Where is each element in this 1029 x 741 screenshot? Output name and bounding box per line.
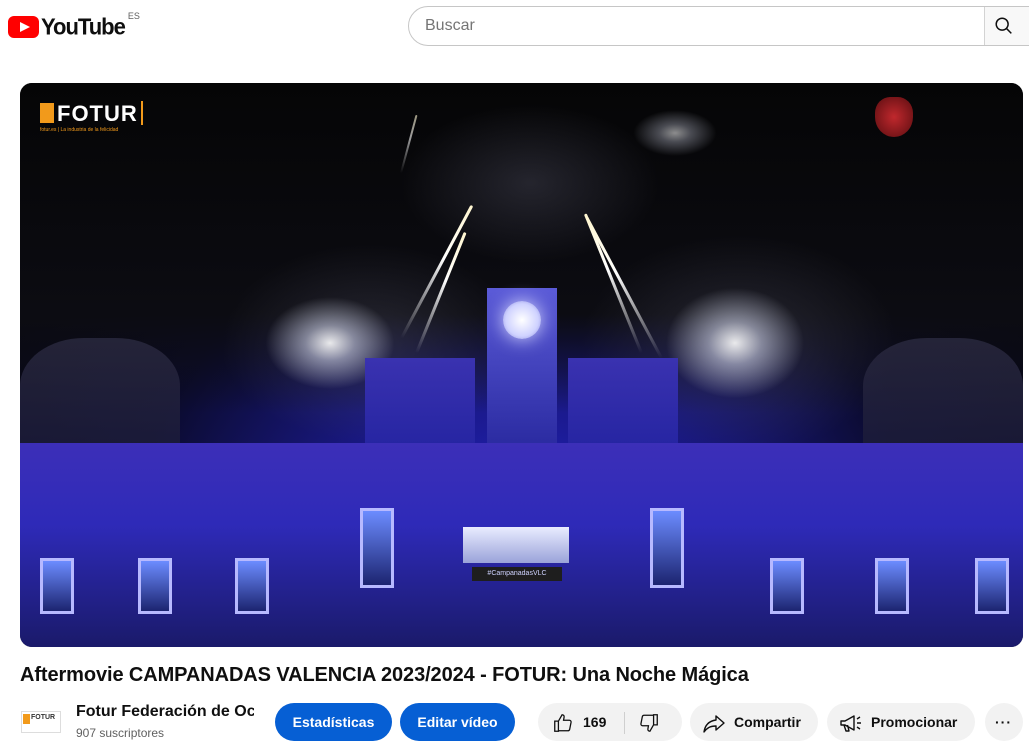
video-title: Aftermovie CAMPANADAS VALENCIA 2023/2024…: [20, 664, 749, 686]
window: [138, 558, 172, 614]
clock-face: [503, 301, 541, 339]
led-screen: [463, 527, 569, 563]
search-box: [408, 6, 1029, 46]
country-code: ES: [127, 11, 140, 21]
promote-button[interactable]: Promocionar: [827, 703, 975, 741]
promote-label: Promocionar: [871, 714, 958, 730]
building-dome: [20, 338, 180, 458]
firework-burst: [660, 283, 810, 403]
window: [235, 558, 269, 614]
window: [975, 558, 1009, 614]
smoke: [400, 103, 660, 263]
window: [650, 508, 684, 588]
window: [40, 558, 74, 614]
like-icon[interactable]: [552, 712, 574, 734]
more-icon: ···: [995, 714, 1012, 730]
avatar-mark-icon: [23, 714, 30, 724]
window: [875, 558, 909, 614]
subscriber-count: 907 suscriptores: [76, 726, 165, 740]
firework-burst: [630, 108, 720, 158]
building-dome: [863, 338, 1023, 458]
screen-caption: #CampanadasVLC: [472, 567, 562, 581]
share-label: Compartir: [734, 714, 801, 730]
window: [770, 558, 804, 614]
logo-text: YouTube: [41, 13, 126, 40]
valencia-crest-icon: [875, 97, 913, 137]
megaphone-icon: [840, 715, 861, 732]
share-button[interactable]: Compartir: [690, 703, 818, 741]
more-actions-button[interactable]: ···: [985, 703, 1023, 741]
fotur-watermark-text: FOTUR: [57, 101, 138, 126]
youtube-logo[interactable]: YouTube ES: [8, 11, 140, 41]
search-icon: [995, 17, 1012, 34]
like-count[interactable]: 169: [583, 703, 606, 741]
window: [360, 508, 394, 588]
search-button[interactable]: [984, 7, 1029, 45]
youtube-play-icon: [8, 16, 39, 38]
fotur-watermark: FOTUR: [40, 101, 143, 127]
channel-avatar[interactable]: FOTUR: [20, 708, 61, 736]
search-input[interactable]: [425, 7, 965, 45]
edit-video-button[interactable]: Editar vídeo: [400, 703, 515, 741]
like-dislike-pill: 169: [538, 703, 682, 741]
fotur-bar: [140, 101, 143, 125]
video-player[interactable]: #CampanadasVLC FOTUR fotur.es | La indus…: [20, 83, 1023, 647]
channel-name[interactable]: Fotur Federación de Ocio: [76, 703, 254, 721]
stats-button[interactable]: Estadísticas: [275, 703, 392, 741]
fotur-tagline: fotur.es | La industria de la felicidad: [40, 127, 119, 133]
like-divider: [624, 712, 625, 734]
fotur-mark-icon: [40, 103, 54, 123]
avatar-text: FOTUR: [31, 714, 56, 721]
share-icon: [703, 715, 725, 733]
dislike-icon[interactable]: [638, 712, 660, 734]
